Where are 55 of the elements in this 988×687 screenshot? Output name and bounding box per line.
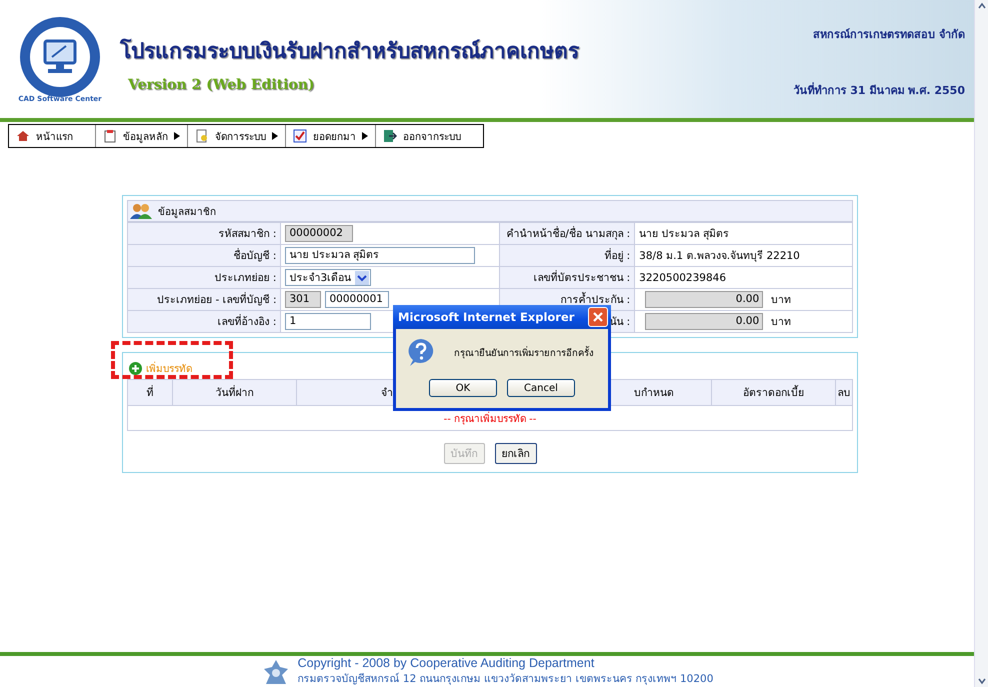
dialog-button[interactable]: OK (429, 379, 497, 397)
input-field[interactable]: 1 (285, 313, 372, 330)
form-button[interactable]: ยกเลิก (494, 443, 536, 464)
emblem-icon (262, 658, 290, 684)
panel-title: ข้อมูลสมาชิก (158, 206, 216, 218)
menu-item[interactable]: จัดการระบบ (188, 125, 286, 147)
question-icon (406, 337, 436, 367)
menu-item[interactable]: หน้าแรก (9, 125, 96, 147)
menu-item[interactable]: ออกจากระบบ (376, 125, 483, 147)
app-subtitle: Version 2 (Web Edition) (128, 76, 316, 92)
work-date: วันที่ทำการ 31 มีนาคม พ.ศ. 2550 (793, 81, 965, 99)
field-label: คำนำหน้าชื่อ/ชื่อ นามสกุล : (500, 222, 635, 244)
app-title: โปรแกรมระบบเงินรับฝากสำหรับสหกรณ์ภาคเกษตร (120, 38, 579, 64)
empty-message: -- กรุณาเพิ่มบรรทัด -- (444, 410, 536, 426)
add-icon (129, 362, 142, 374)
select-field[interactable]: ประจำ3เดือน (285, 269, 372, 286)
column-header: ลบ (836, 386, 852, 401)
house-icon (16, 129, 30, 143)
column-header: วันที่ฝาก (173, 380, 297, 405)
checklist-icon (293, 129, 307, 143)
field-value: 38/8 ม.1 ต.พลวงจ.จันทบุรี 22210 (639, 250, 800, 262)
unit-label: บาท (771, 316, 792, 328)
readonly-field: 00000002 (285, 225, 354, 242)
input-field[interactable]: นาย ประมวล สุมิตร (285, 247, 476, 264)
organization-name: สหกรณ์การเกษตรทดสอบ จำกัด (813, 27, 965, 43)
amount-field: 0.00 (645, 313, 764, 330)
unit-label: บาท (771, 294, 792, 306)
dialog-message: กรุณายืนยันการเพิ่มรายการอีกครั้ง (454, 345, 594, 360)
address-text: กรมตรวจบัญชีสหกรณ์ 12 ถนนกรุงเกษม แขวงวัดสามพระยา เขตพระนคร กรุงเทพฯ 10200 (298, 672, 714, 687)
dialog-button[interactable]: Cancel (507, 379, 575, 397)
menu-item[interactable]: ข้อมูลหลัก (96, 125, 188, 147)
field-label: รหัสสมาชิก : (128, 222, 281, 244)
field-label: ประเภทย่อย : (128, 266, 281, 288)
field-label: เลขที่บัตรประชาชน : (500, 266, 635, 288)
close-icon (592, 311, 604, 323)
exit-icon (383, 129, 397, 143)
menu-item[interactable]: ยอดยกมา (286, 125, 376, 147)
document-icon (195, 129, 209, 143)
column-header: อัตราดอกเบี้ย (712, 380, 836, 405)
field-label: ที่อยู่ : (500, 244, 635, 266)
users-icon (130, 203, 152, 219)
column-header: ที่ (128, 380, 173, 405)
dropdown-icon (355, 270, 370, 284)
folder-icon (103, 129, 117, 143)
input-field[interactable]: 00000001 (325, 291, 390, 308)
field-value: นาย ประมวล สุมิตร (639, 228, 729, 240)
scrollbar[interactable] (974, 0, 988, 687)
amount-field: 0.00 (645, 291, 764, 308)
readonly-field: 301 (285, 291, 322, 308)
close-button[interactable] (588, 307, 608, 327)
copyright-text: Copyright - 2008 by Cooperative Auditing Department (298, 656, 596, 670)
field-value: 3220500239846 (639, 272, 726, 284)
field-label: เลขที่อ้างอิง : (128, 310, 281, 332)
field-label: ประเภทย่อย - เลขที่บัญชี : (128, 288, 281, 310)
field-label: ชื่อบัญชี : (128, 244, 281, 266)
